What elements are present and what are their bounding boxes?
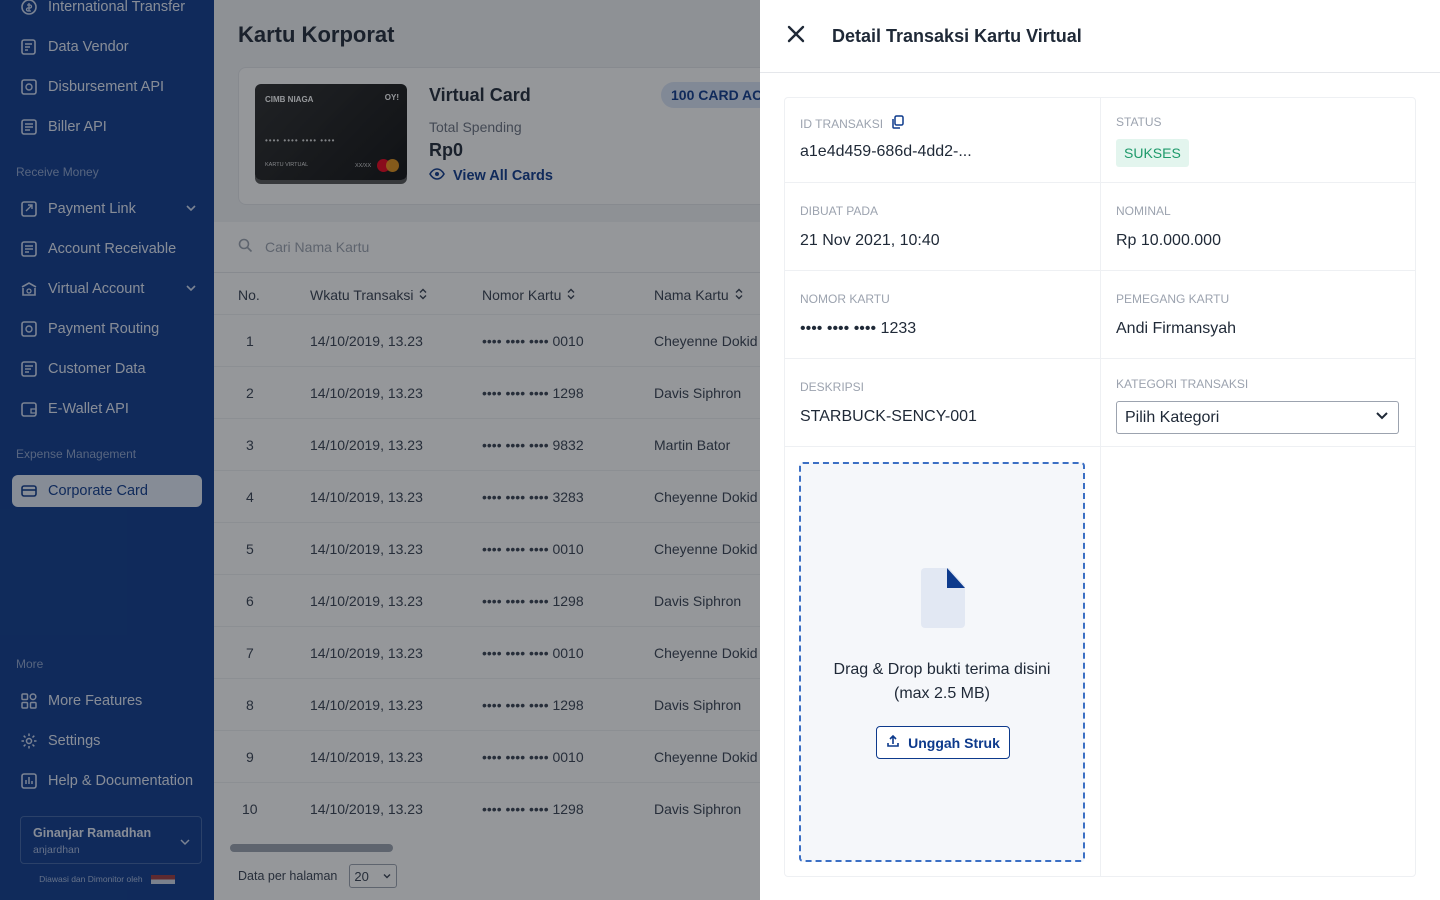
status-label: STATUS [1116,115,1162,129]
nomor-kartu-label: NOMOR KARTU [800,292,890,306]
receipt-dropzone[interactable]: Drag & Drop bukti terima disini (max 2.5… [799,462,1085,862]
dropzone-text: Drag & Drop bukti terima disini (max 2.5… [833,661,1051,702]
pemegang-kartu-label: PEMEGANG KARTU [1116,292,1230,306]
dibuat-pada-label: DIBUAT PADA [800,204,879,218]
drawer-header: Detail Transaksi Kartu Virtual [760,0,1440,73]
kategori-transaksi-select[interactable]: Pilih Kategori [1116,401,1399,434]
grid-divider [785,182,1415,183]
pemegang-kartu-value: Andi Firmansyah [1116,320,1237,337]
grid-divider [785,270,1415,271]
transaction-detail-drawer: Detail Transaksi Kartu Virtual ID TRANSA… [760,0,1440,900]
close-icon [787,25,805,48]
detail-grid: ID TRANSAKSI a1e4d459-686d-4dd2-... STAT… [784,97,1416,877]
nomor-kartu-value: •••• •••• •••• 1233 [800,320,917,337]
dibuat-pada-value: 21 Nov 2021, 10:40 [800,232,940,249]
grid-divider [785,446,1415,447]
deskripsi-label: DESKRIPSI [800,380,865,394]
id-transaksi-label: ID TRANSAKSI [800,115,904,132]
deskripsi-value: STARBUCK-SENCY-001 [800,408,977,425]
copy-icon[interactable] [883,115,904,132]
upload-icon [886,734,908,751]
upload-receipt-button[interactable]: Unggah Struk [876,726,1010,759]
close-button[interactable] [784,24,808,48]
kategori-transaksi-label: KATEGORI TRANSAKSI [1116,377,1249,391]
file-icon [921,568,965,633]
drawer-title: Detail Transaksi Kartu Virtual [832,26,1082,46]
chevron-down-icon [1374,407,1390,428]
grid-divider [1100,98,1101,876]
id-transaksi-value: a1e4d459-686d-4dd2-... [800,143,972,160]
status-badge: SUKSES [1116,139,1189,167]
nominal-label: NOMINAL [1116,204,1171,218]
grid-divider [785,358,1415,359]
nominal-value: Rp 10.000.000 [1116,232,1221,249]
